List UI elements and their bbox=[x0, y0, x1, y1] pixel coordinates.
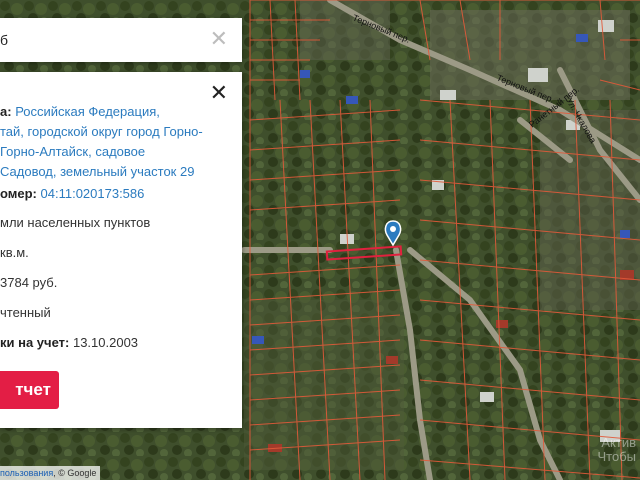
address-line: Российская Федерация, bbox=[15, 104, 160, 119]
clear-icon[interactable]: ✕ bbox=[210, 28, 228, 50]
cadastral-value[interactable]: 04:11:020173:586 bbox=[41, 186, 145, 201]
search-box[interactable]: б ✕ bbox=[0, 18, 242, 62]
address-line: Садовод, земельный участок 29 bbox=[0, 164, 195, 179]
address-line: тай, городской округ город Горно- bbox=[0, 124, 203, 139]
cadastral-number: омер: 04:11:020173:586 bbox=[0, 186, 144, 201]
cadastral-label: омер: bbox=[0, 186, 37, 201]
map-attribution: пользования, © Google bbox=[0, 466, 101, 480]
watermark: Актив Чтобы bbox=[597, 435, 637, 464]
search-query: б bbox=[0, 32, 9, 48]
registration-label: ки на учет: bbox=[0, 335, 70, 350]
address: а: Российская Федерация, тай, городской … bbox=[0, 102, 203, 182]
area: кв.м. bbox=[0, 245, 29, 260]
land-category: мли населенных пунктов bbox=[0, 215, 151, 230]
address-label: а: bbox=[0, 104, 12, 119]
report-button[interactable]: тчет bbox=[0, 371, 59, 409]
cadastral-value-rub: 3784 руб. bbox=[0, 275, 58, 290]
terms-link[interactable]: пользования bbox=[0, 468, 53, 478]
registration-value: 13.10.2003 bbox=[72, 335, 139, 350]
status: чтенный bbox=[0, 305, 51, 320]
close-icon[interactable]: ✕ bbox=[210, 82, 228, 104]
address-line: Горно-Алтайск, садовое bbox=[0, 144, 146, 159]
registration-date: ки на учет: 13.10.2003 bbox=[0, 335, 138, 350]
parcel-info-card: ✕ а: Российская Федерация, тай, городско… bbox=[0, 72, 242, 428]
attribution-provider: , © Google bbox=[53, 468, 97, 478]
